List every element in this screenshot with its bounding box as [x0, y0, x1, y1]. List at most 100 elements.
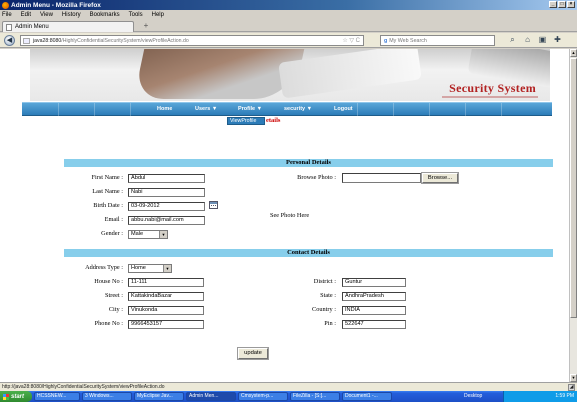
nav-profile[interactable]: Profile ▼ [238, 106, 262, 112]
email-label: Email : [104, 216, 123, 223]
desktop-toolbar-label[interactable]: Desktop [464, 391, 482, 402]
status-bar: http://java28:8080/HighlyConfidentialSec… [0, 382, 577, 391]
chevron-down-icon: ▼ [163, 265, 171, 272]
maximize-button[interactable]: □ [558, 1, 566, 8]
tab-admin-menu[interactable]: Admin Menu [2, 21, 134, 32]
nav-divider [429, 103, 430, 117]
close-button[interactable]: × [567, 1, 575, 8]
menu-history[interactable]: History [62, 12, 81, 18]
personal-details-heading: Personal Details [64, 159, 553, 167]
nav-divider [465, 103, 466, 117]
birth-date-field[interactable]: 03-09-2012 [128, 202, 205, 211]
house-no-field[interactable]: 11-111 [128, 278, 204, 287]
photo-placeholder-text: See Photo Here [270, 212, 310, 219]
address-type-label: Address Type : [85, 264, 123, 271]
main-nav: Home Users ▼ Profile ▼ security ▼ Logout [22, 102, 552, 117]
update-button[interactable]: update [237, 347, 269, 360]
back-button[interactable]: ◀ [4, 35, 15, 46]
home-icon[interactable]: ⌂ [523, 35, 532, 45]
last-name-field[interactable]: Nabi [128, 188, 205, 197]
house-no-label: House No : [94, 278, 123, 285]
clock[interactable]: 1:59 PM [555, 393, 574, 399]
phone-no-field[interactable]: 9966453157 [128, 320, 204, 329]
pin-field[interactable]: 522647 [342, 320, 406, 329]
url-path: /HighlyConfidentialSecuritySystem/viewPr… [61, 37, 189, 44]
taskbar-item[interactable]: HCSSNEW... [34, 392, 80, 401]
page-viewport: Security System Home Users ▼ Profile ▼ s… [0, 49, 569, 382]
calendar-icon[interactable] [209, 201, 218, 209]
bookmark-icon[interactable]: ▣ [538, 35, 547, 45]
city-field[interactable]: Vinukonda [128, 306, 204, 315]
photo-file-field[interactable] [342, 173, 421, 183]
nav-security[interactable]: security ▼ [284, 106, 312, 112]
phone-no-label: Phone No : [94, 320, 123, 327]
tab-strip: Admin Menu + [0, 19, 577, 32]
country-field[interactable]: INDIA [342, 306, 406, 315]
scrollbar-thumb[interactable] [570, 58, 577, 318]
brand-underline [442, 96, 538, 98]
taskbar-item[interactable]: FileZilla - [S:]... [290, 392, 340, 401]
taskbar: start HCSSNEW... 3 Windows... MyEclipse … [0, 391, 577, 402]
nav-divider [58, 103, 59, 117]
firefox-icon [2, 1, 9, 9]
nav-divider [94, 103, 95, 117]
header-banner: Security System [30, 49, 550, 101]
taskbar-item[interactable]: Document1 -... [342, 392, 392, 401]
taskbar-item[interactable]: 3 Windows... [82, 392, 132, 401]
profile-dropdown-viewprofile[interactable]: ViewProfile [227, 117, 265, 125]
nav-users[interactable]: Users ▼ [195, 106, 217, 112]
navigation-bar: ◀ java28:8080/HighlyConfidentialSecurity… [0, 33, 577, 48]
page-icon [6, 23, 12, 31]
menu-help[interactable]: Help [152, 12, 164, 18]
district-label: District : [313, 278, 336, 285]
menu-bookmarks[interactable]: Bookmarks [90, 12, 120, 18]
start-button[interactable]: start [0, 391, 32, 402]
nav-divider [357, 103, 358, 117]
menu-tools[interactable]: Tools [129, 12, 143, 18]
taskbar-item[interactable]: MyEclipse Jav... [134, 392, 184, 401]
last-name-label: Last Name : [92, 188, 123, 195]
scroll-down-icon[interactable]: ▼ [570, 374, 577, 382]
minimize-button[interactable]: _ [549, 1, 557, 8]
gender-label: Gender : [101, 230, 123, 237]
browse-button[interactable]: Browse... [421, 172, 459, 184]
search-icon[interactable]: ⌕ [508, 35, 517, 45]
extension-icon[interactable]: ✚ [553, 35, 562, 45]
search-placeholder: My Web Search [389, 37, 427, 44]
nav-divider [393, 103, 394, 117]
search-input[interactable]: g My Web Search [380, 35, 495, 46]
scroll-up-icon[interactable]: ▲ [570, 49, 577, 57]
vertical-scrollbar[interactable]: ▲ ▼ [569, 49, 577, 382]
system-tray: Desktop 1:59 PM [464, 391, 577, 402]
city-label: City : [108, 306, 123, 313]
nav-logout[interactable]: Logout [334, 106, 353, 112]
url-action-icons[interactable]: ☆ ▽ C [342, 37, 360, 44]
chevron-down-icon: ▼ [159, 231, 167, 238]
address-type-select[interactable]: Home ▼ [128, 264, 172, 273]
taskbar-item[interactable]: Cmsystem-p... [238, 392, 288, 401]
brand-title: Security System [449, 81, 536, 95]
email-field[interactable]: abbu.nabi@mail.com [128, 216, 205, 225]
gender-select[interactable]: Male ▼ [128, 230, 168, 239]
browse-photo-label: Browse Photo : [297, 174, 336, 181]
start-label: start [11, 393, 25, 400]
page-heading: etails [266, 117, 281, 124]
menu-edit[interactable]: Edit [21, 12, 31, 18]
country-label: Country : [312, 306, 336, 313]
menu-view[interactable]: View [40, 12, 53, 18]
district-field[interactable]: Guntur [342, 278, 406, 287]
window-controls: _ □ × [549, 1, 575, 8]
window-titlebar: Admin Menu - Mozilla Firefox _ □ × [0, 0, 577, 10]
site-icon [23, 38, 30, 44]
new-tab-button[interactable]: + [140, 22, 152, 31]
resize-grip-icon[interactable]: ◢ [568, 384, 575, 391]
url-bar[interactable]: java28:8080/HighlyConfidentialSecuritySy… [20, 35, 364, 46]
nav-divider [130, 103, 131, 117]
nav-divider [501, 103, 502, 117]
nav-home[interactable]: Home [157, 106, 172, 112]
street-field[interactable]: KattakindaBazar [128, 292, 204, 301]
state-field[interactable]: AndhraPradesh [342, 292, 406, 301]
menu-file[interactable]: File [2, 12, 12, 18]
first-name-field[interactable]: Abdul [128, 174, 205, 183]
taskbar-item-active[interactable]: Admin Men... [186, 392, 236, 401]
